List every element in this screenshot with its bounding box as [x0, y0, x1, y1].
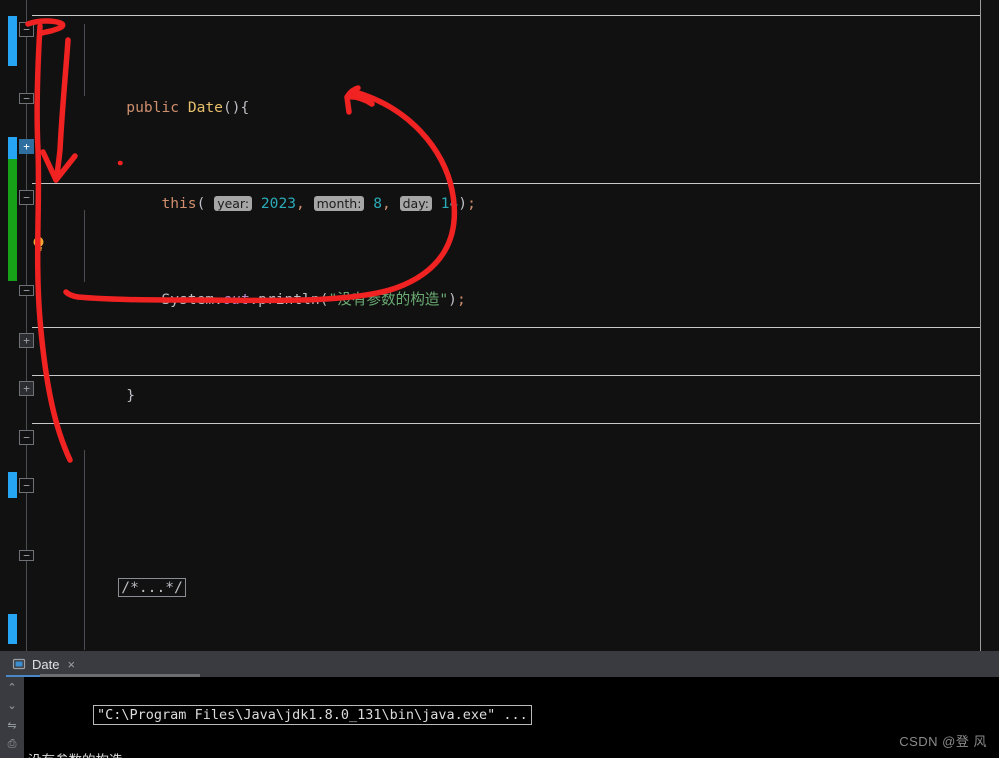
vcs-modified-marker[interactable]	[8, 614, 17, 644]
scroll-up-icon[interactable]: ⌃	[5, 681, 19, 695]
fold-handle-collapse[interactable]: −	[19, 22, 34, 37]
fold-handle-region-end[interactable]: −	[19, 285, 34, 296]
indent-guide	[84, 24, 85, 96]
token-println: println	[258, 291, 320, 308]
token-punct: .	[249, 291, 259, 308]
fold-handle-expand[interactable]: +	[19, 139, 34, 154]
code-line[interactable]: }	[48, 360, 999, 404]
token-system: System	[161, 291, 215, 308]
console-side-toolbar[interactable]: ⌃ ⌄ ⇋ ⎙	[0, 677, 24, 758]
token-punct: .	[214, 291, 223, 308]
right-margin-guide	[980, 0, 981, 651]
fold-handle-expand[interactable]: +	[19, 333, 34, 348]
code-line-folded-comment[interactable]: /*...*/	[48, 552, 999, 597]
code-line-blank[interactable]	[48, 456, 999, 480]
scroll-down-icon[interactable]: ⌄	[5, 699, 19, 713]
token-punct: ;	[456, 291, 466, 308]
vcs-added-marker[interactable]	[8, 159, 17, 281]
token-string: "没有参数的构造"	[328, 291, 449, 308]
token-punct: )	[448, 291, 457, 308]
code-line[interactable]: System.out.println("没有参数的构造");	[48, 264, 999, 308]
member-separator	[32, 375, 981, 376]
token-number: 14	[440, 195, 459, 212]
member-separator	[32, 423, 981, 424]
token-punct: (){	[222, 99, 250, 116]
vcs-modified-marker[interactable]	[8, 137, 17, 159]
intention-bulb-icon[interactable]	[32, 236, 45, 253]
close-icon[interactable]: ×	[67, 657, 75, 672]
print-icon[interactable]: ⎙	[5, 737, 19, 751]
soft-wrap-icon[interactable]: ⇋	[5, 719, 19, 733]
console-line: 没有参数的构造	[24, 750, 999, 758]
member-separator	[32, 15, 981, 16]
token-number: 8	[373, 195, 383, 212]
code-editor[interactable]: − − + − − + + − − − public Date(){ this(…	[0, 0, 999, 651]
run-tool-window[interactable]: Date × ⌃ ⌄ ⇋ ⎙ "C:\Program Files\Java\jd…	[0, 651, 999, 758]
fold-handle-region-end[interactable]: −	[19, 93, 34, 104]
param-hint-year: year:	[214, 196, 253, 211]
member-separator	[32, 183, 981, 184]
member-separator	[32, 327, 981, 328]
fold-handle-collapse[interactable]: −	[19, 190, 34, 205]
ide-window: − − + − − + + − − − public Date(){ this(…	[0, 0, 999, 758]
token-number: 2023	[260, 195, 297, 212]
token-brace: }	[126, 387, 136, 404]
token-this: this	[161, 195, 197, 212]
token-punct: )	[458, 195, 468, 212]
token-keyword: public	[126, 99, 180, 116]
indent-guide	[84, 210, 85, 282]
token-punct: ,	[296, 195, 305, 212]
tab-label: Date	[32, 656, 60, 672]
fold-handle-region-end[interactable]: −	[19, 550, 34, 561]
token-class: Date	[187, 99, 223, 116]
folded-comment-placeholder[interactable]: /*...*/	[118, 578, 186, 597]
editor-gutter[interactable]: − − + − − + + − − −	[0, 0, 48, 651]
fold-handle-collapse[interactable]: −	[19, 430, 34, 445]
watermark-text: CSDN @登 风	[899, 734, 987, 749]
console-tab-bar[interactable]: Date ×	[0, 651, 999, 677]
console-line: "C:\Program Files\Java\jdk1.8.0_131\bin\…	[24, 681, 999, 750]
token-out: out	[222, 291, 250, 308]
code-line[interactable]: public Date(){	[48, 72, 999, 116]
fold-handle-expand[interactable]: +	[19, 381, 34, 396]
token-punct: ,	[382, 195, 391, 212]
editor-text-area[interactable]: public Date(){ this( year: 2023, month: …	[48, 0, 999, 651]
console-command-line: "C:\Program Files\Java\jdk1.8.0_131\bin\…	[93, 705, 532, 725]
run-configuration-icon	[12, 658, 26, 670]
vcs-modified-marker[interactable]	[8, 472, 17, 498]
param-hint-day: day:	[399, 196, 432, 211]
vcs-modified-marker[interactable]	[8, 16, 17, 66]
token-punct: ;	[467, 195, 476, 212]
param-hint-month: month:	[313, 196, 365, 211]
console-output[interactable]: "C:\Program Files\Java\jdk1.8.0_131\bin\…	[24, 677, 999, 758]
indent-guide	[84, 450, 85, 650]
fold-handle-collapse[interactable]: −	[19, 478, 34, 493]
code-line[interactable]: this( year: 2023, month: 8, day: 14);	[48, 168, 999, 212]
token-punct: (	[196, 195, 215, 212]
